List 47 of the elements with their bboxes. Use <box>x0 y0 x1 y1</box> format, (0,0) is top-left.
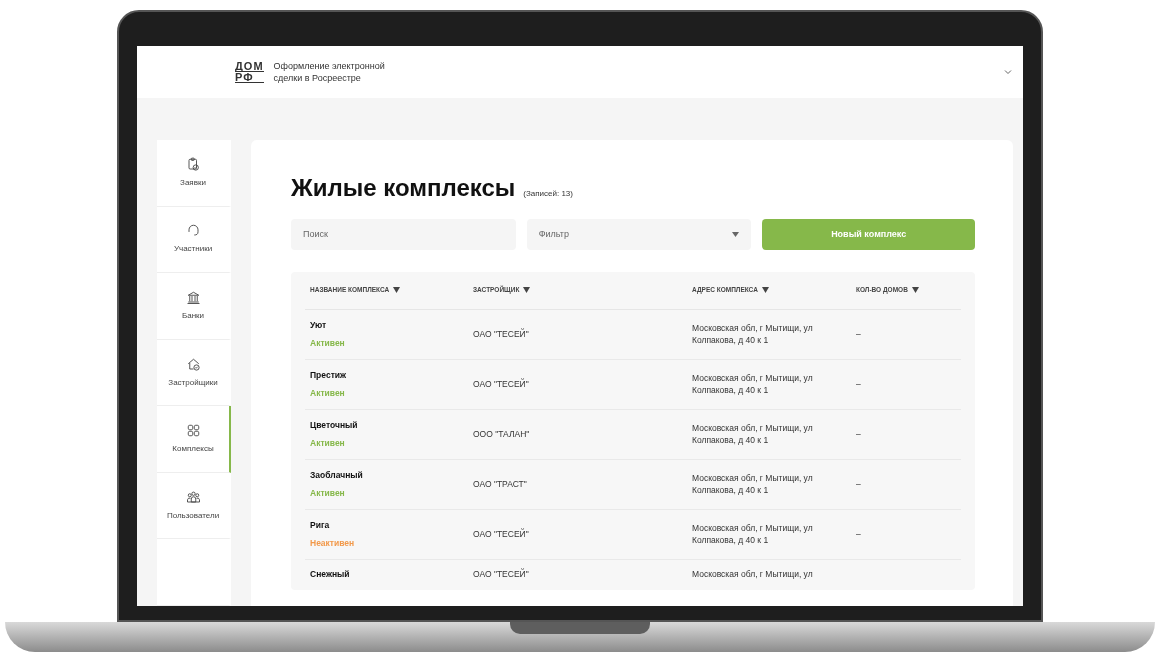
status-text: Неактивен <box>310 537 356 551</box>
sort-arrow-icon <box>393 287 401 294</box>
address-cell-text: Московская обл, г Мытищи, ул Колпакова, д 40 к 1 <box>692 372 814 397</box>
search-field[interactable]: Поиск <box>291 218 516 250</box>
app-title: Оформление электронной сделки в Росреестре <box>273 60 386 84</box>
house-count-cell: – <box>856 378 861 389</box>
sidebar-item[interactable]: Комплексы <box>157 406 231 473</box>
address-cell-text: Московская обл, г Мытищи, ул <box>692 567 814 580</box>
logo[interactable]: ДОМ РФ <box>235 61 264 83</box>
sort-arrow-icon <box>523 287 531 294</box>
developer-cell-text: ООО "ТАЛАН" <box>473 427 531 441</box>
house-count-cell: – <box>856 478 861 489</box>
sort-arrow-icon <box>761 287 769 294</box>
sort-arrow-icon <box>911 287 919 294</box>
address-cell-text: Московская обл, г Мытищи, ул Колпакова, д 40 к 1 <box>692 472 814 497</box>
house-icon <box>185 356 201 372</box>
dropdown-arrow-icon <box>732 231 740 237</box>
bank-icon <box>185 289 201 305</box>
developer-cell-text: ОАО "ТЕСЕЙ" <box>473 567 530 581</box>
status-text: Активен <box>310 487 346 501</box>
grid-icon <box>185 423 201 439</box>
complex-name: Цветочный <box>310 418 359 432</box>
house-count-cell: – <box>856 528 861 539</box>
complex-name: Уют <box>310 318 328 332</box>
chevron-down-icon[interactable] <box>1003 67 1013 77</box>
developer-cell-text: ОАО "ТЕСЕЙ" <box>473 377 530 391</box>
complex-name: Снежный <box>310 567 351 581</box>
complex-name: Рига <box>310 518 331 532</box>
house-count-cell: – <box>856 328 861 339</box>
clipboard-icon <box>185 156 201 172</box>
developer-cell-text: ОАО "ТРАСТ" <box>473 477 528 491</box>
developer-cell-text: ОАО "ТЕСЕЙ" <box>473 327 530 341</box>
sidebar-item[interactable]: Заявки <box>157 140 231 207</box>
address-cell-text: Московская обл, г Мытищи, ул Колпакова, д 40 к 1 <box>692 522 814 547</box>
house-count-cell: – <box>856 428 861 439</box>
status-text: Активен <box>310 337 346 351</box>
record-count: (Записей: 13) <box>523 188 573 200</box>
complex-name: Престиж <box>310 368 348 382</box>
page-title: Жилые комплексы <box>291 174 516 203</box>
filter-dropdown[interactable]: Фильтр <box>526 218 752 250</box>
developer-cell-text: ОАО "ТЕСЕЙ" <box>473 527 530 541</box>
status-text: Активен <box>310 387 346 401</box>
address-cell-text: Московская обл, г Мытищи, ул Колпакова, д 40 к 1 <box>692 322 814 347</box>
people-icon <box>185 489 201 505</box>
address-cell-text: Московская обл, г Мытищи, ул Колпакова, д 40 к 1 <box>692 422 814 447</box>
complex-name: Заоблачный <box>310 468 364 482</box>
status-text: Активен <box>310 437 346 451</box>
